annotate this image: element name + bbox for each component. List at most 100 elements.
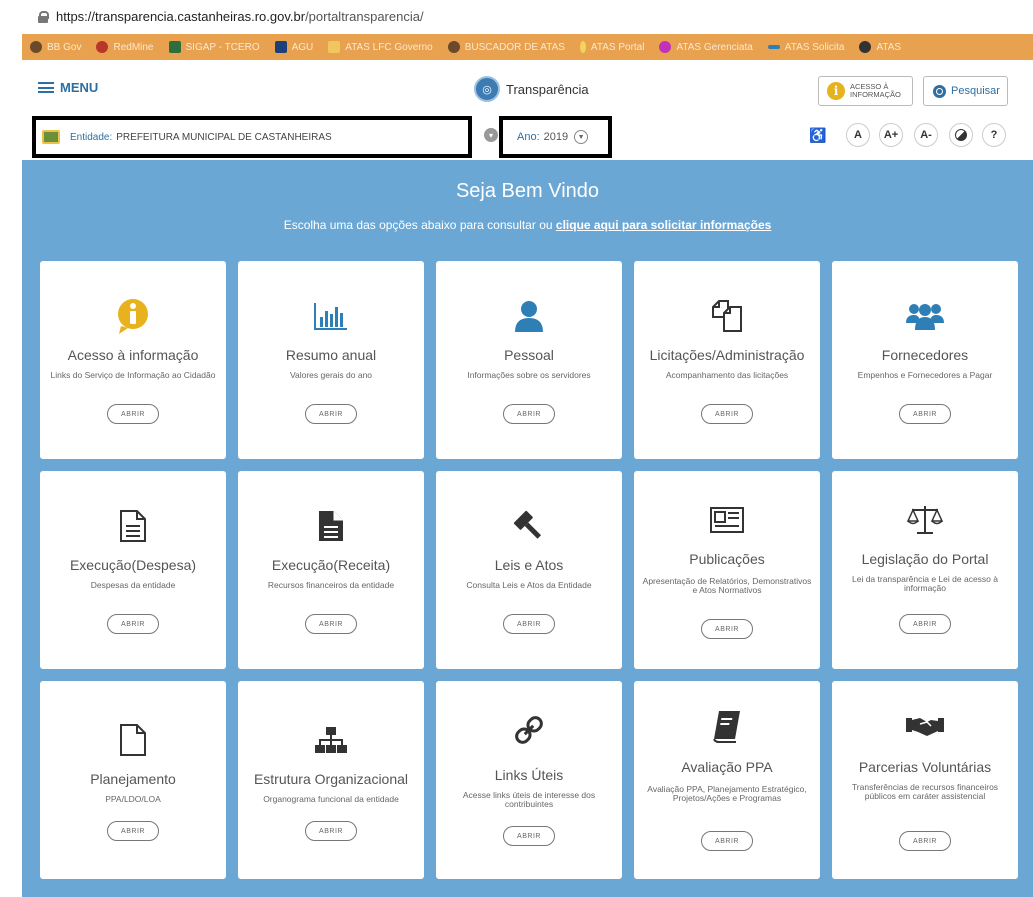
card-description: Apresentação de Relatórios, Demonstrativ…	[642, 576, 812, 595]
card-execucao-despesa[interactable]: Execução(Despesa) Despesas da entidade A…	[40, 471, 226, 669]
transparency-logo-icon: ◎	[474, 76, 500, 102]
card-publicacoes[interactable]: Publicações Apresentação de Relatórios, …	[634, 471, 820, 669]
open-button[interactable]: ABRIR	[107, 821, 159, 841]
users-icon	[832, 297, 1018, 335]
card-description: Recursos financeiros da entidade	[267, 580, 395, 590]
open-button[interactable]: ABRIR	[503, 826, 555, 846]
card-legislacao-portal[interactable]: Legislação do Portal Lei da transparênci…	[832, 471, 1018, 669]
bookmark-atas-solicita[interactable]: ATAS Solicita	[767, 42, 844, 53]
entidade-selector[interactable]: Entidade: PREFEITURA MUNICIPAL DE CASTAN…	[32, 116, 472, 158]
bookmark-agu[interactable]: AGU	[274, 41, 313, 53]
card-title: Links Úteis	[494, 767, 564, 783]
entidade-label: Entidade:	[70, 131, 113, 143]
card-title: Leis e Atos	[494, 557, 564, 573]
bookmark-icon	[274, 41, 287, 53]
card-planejamento[interactable]: Planejamento PPA/LDO/LOA ABRIR	[40, 681, 226, 879]
open-button[interactable]: ABRIR	[899, 404, 951, 424]
welcome-title: Seja Bem Vindo	[455, 180, 600, 202]
book-icon	[634, 707, 820, 745]
card-title: Fornecedores	[881, 347, 969, 363]
card-estrutura-organizacional[interactable]: Estrutura Organizacional Organograma fun…	[238, 681, 424, 879]
wheelchair-icon[interactable]: ♿	[806, 123, 830, 147]
bookmark-bb-gov[interactable]: BB Gov	[30, 41, 81, 53]
bookmark-atas-portal[interactable]: ATAS Portal	[579, 41, 644, 53]
address-bar[interactable]: https://transparencia.castanheiras.ro.go…	[0, 0, 1033, 32]
card-links-uteis[interactable]: Links Úteis Acesse links úteis de intere…	[436, 681, 622, 879]
url-text[interactable]: https://transparencia.castanheiras.ro.go…	[56, 9, 424, 24]
card-description: Transferências de recursos financeiros p…	[851, 782, 999, 801]
card-title: Parcerias Voluntárias	[858, 759, 992, 775]
card-description: Acompanhamento das licitações	[665, 370, 789, 380]
help-button[interactable]: ?	[982, 123, 1006, 147]
card-pessoal[interactable]: Pessoal Informações sobre os servidores …	[436, 261, 622, 459]
hamburger-icon	[38, 82, 54, 93]
user-icon	[436, 297, 622, 335]
open-button[interactable]: ABRIR	[701, 404, 753, 424]
card-avaliacao-ppa[interactable]: Avaliação PPA Avaliação PPA, Planejament…	[634, 681, 820, 879]
card-parcerias-voluntarias[interactable]: Parcerias Voluntárias Transferências de …	[832, 681, 1018, 879]
card-fornecedores[interactable]: Fornecedores Empenhos e Fornecedores a P…	[832, 261, 1018, 459]
bookmark-icon	[96, 41, 109, 53]
card-acesso-informacao[interactable]: Acesso à informação Links do Serviço de …	[40, 261, 226, 459]
bookmark-icon	[767, 45, 780, 49]
open-button[interactable]: ABRIR	[503, 614, 555, 634]
bookmark-atas-gerenciata[interactable]: ATAS Gerenciata	[659, 41, 753, 53]
card-licitacoes[interactable]: Licitações/Administração Acompanhamento …	[634, 261, 820, 459]
documents-icon	[634, 297, 820, 335]
card-resumo-anual[interactable]: Resumo anual Valores gerais do ano ABRIR	[238, 261, 424, 459]
card-description: Lei da transparência e Lei de acesso à i…	[851, 574, 998, 593]
open-button[interactable]: ABRIR	[305, 614, 357, 634]
card-description: Links do Serviço de Informação ao Cidadã…	[50, 370, 216, 380]
card-title: Estrutura Organizacional	[253, 771, 409, 787]
card-title: Publicações	[689, 551, 765, 567]
ano-selector[interactable]: Ano: 2019 ▼	[499, 116, 612, 158]
search-label: Pesquisar	[951, 85, 1000, 97]
card-leis-atos[interactable]: Leis e Atos Consulta Leis e Atos da Enti…	[436, 471, 622, 669]
font-decrease-button[interactable]: A-	[914, 123, 938, 147]
card-execucao-receita[interactable]: Execução(Receita) Recursos financeiros d…	[238, 471, 424, 669]
entidade-toggle-icon[interactable]: ▾	[484, 128, 498, 142]
chevron-down-icon: ▼	[574, 130, 589, 144]
bookmark-atas[interactable]: ATAS	[859, 41, 901, 53]
card-title: Avaliação PPA	[681, 759, 773, 775]
ano-label: Ano:	[517, 131, 540, 143]
handshake-icon	[832, 707, 1018, 745]
open-button[interactable]: ABRIR	[107, 614, 159, 634]
open-button[interactable]: ABRIR	[899, 614, 951, 634]
bookmark-atas-lfc[interactable]: ATAS LFC Governo	[328, 41, 433, 53]
contrast-button[interactable]	[949, 123, 973, 147]
search-button[interactable]: Pesquisar	[923, 76, 1008, 106]
bookmark-redmine[interactable]: RedMine	[96, 41, 154, 53]
bookmark-icon	[447, 41, 460, 53]
gavel-icon	[436, 507, 622, 545]
info-icon	[40, 297, 226, 335]
request-info-link[interactable]: clique aqui para solicitar informações	[556, 218, 771, 232]
font-increase-button[interactable]: A+	[879, 123, 903, 147]
lock-icon	[38, 10, 49, 23]
search-icon	[933, 84, 946, 98]
menu-button[interactable]: MENU	[38, 80, 98, 95]
open-button[interactable]: ABRIR	[305, 404, 357, 424]
bookmark-icon	[579, 41, 586, 53]
open-button[interactable]: ABRIR	[701, 831, 753, 851]
font-normal-button[interactable]: A	[846, 123, 870, 147]
open-button[interactable]: ABRIR	[503, 404, 555, 424]
open-button[interactable]: ABRIR	[701, 619, 753, 639]
newspaper-icon	[634, 501, 820, 539]
card-title: Planejamento	[90, 771, 176, 787]
menu-label: MENU	[60, 80, 99, 95]
card-title: Licitações/Administração	[649, 347, 805, 363]
app-header: MENU ◎ Transparência i ACESSO À INFORMAÇÃ…	[22, 64, 1033, 116]
bookmark-buscador[interactable]: BUSCADOR DE ATAS	[447, 41, 565, 53]
acesso-informacao-button[interactable]: i ACESSO À INFORMAÇÃO	[818, 76, 913, 106]
open-button[interactable]: ABRIR	[305, 821, 357, 841]
open-button[interactable]: ABRIR	[899, 831, 951, 851]
document-filled-icon	[238, 507, 424, 545]
entidade-value: PREFEITURA MUNICIPAL DE CASTANHEIRAS	[116, 131, 332, 143]
file-outline-icon	[40, 721, 226, 759]
scales-icon	[832, 501, 1018, 539]
bookmark-sigap[interactable]: SIGAP - TCERO	[168, 41, 260, 53]
bookmarks-bar: BB Gov RedMine SIGAP - TCERO AGU ATAS LF…	[22, 34, 1033, 60]
brand[interactable]: ◎ Transparência	[474, 76, 589, 102]
open-button[interactable]: ABRIR	[107, 404, 159, 424]
